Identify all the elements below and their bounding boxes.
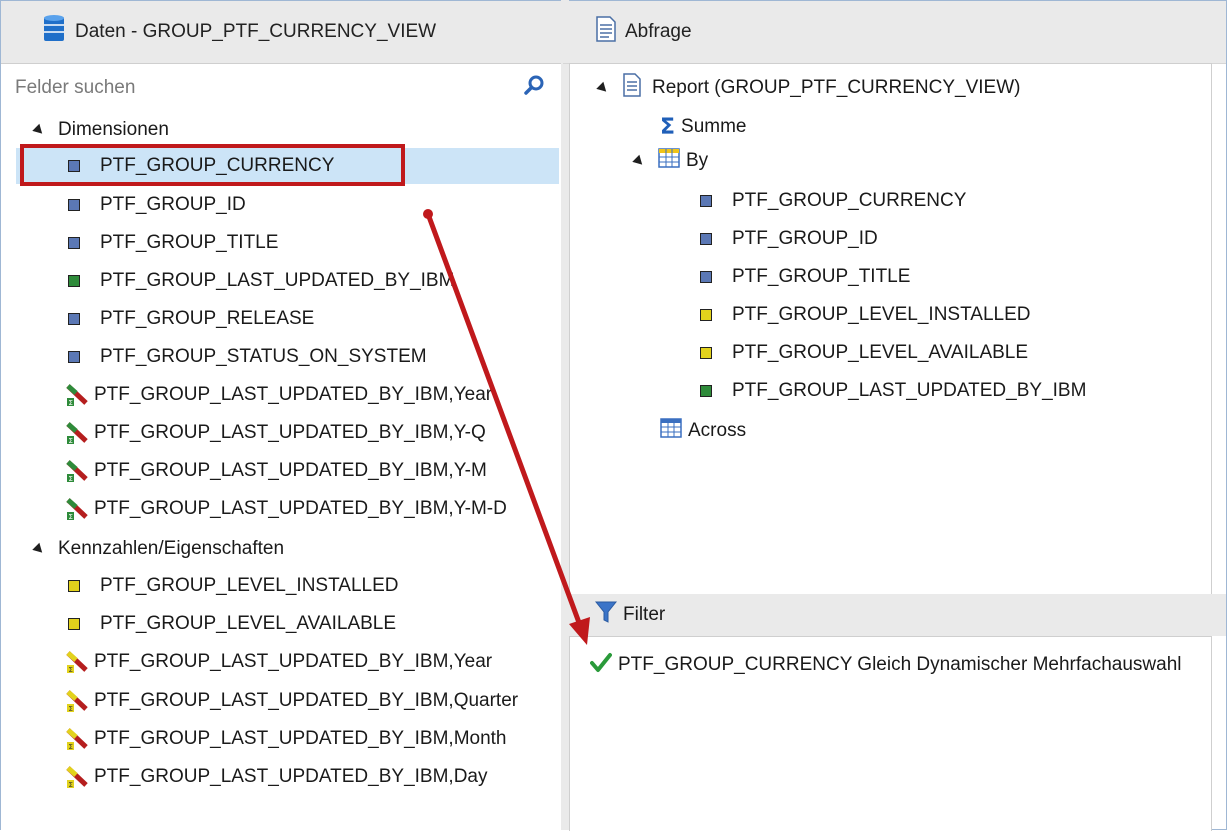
arrow-head (569, 617, 590, 645)
arrow-shaft (425, 211, 584, 631)
annotation-arrow (423, 209, 590, 645)
